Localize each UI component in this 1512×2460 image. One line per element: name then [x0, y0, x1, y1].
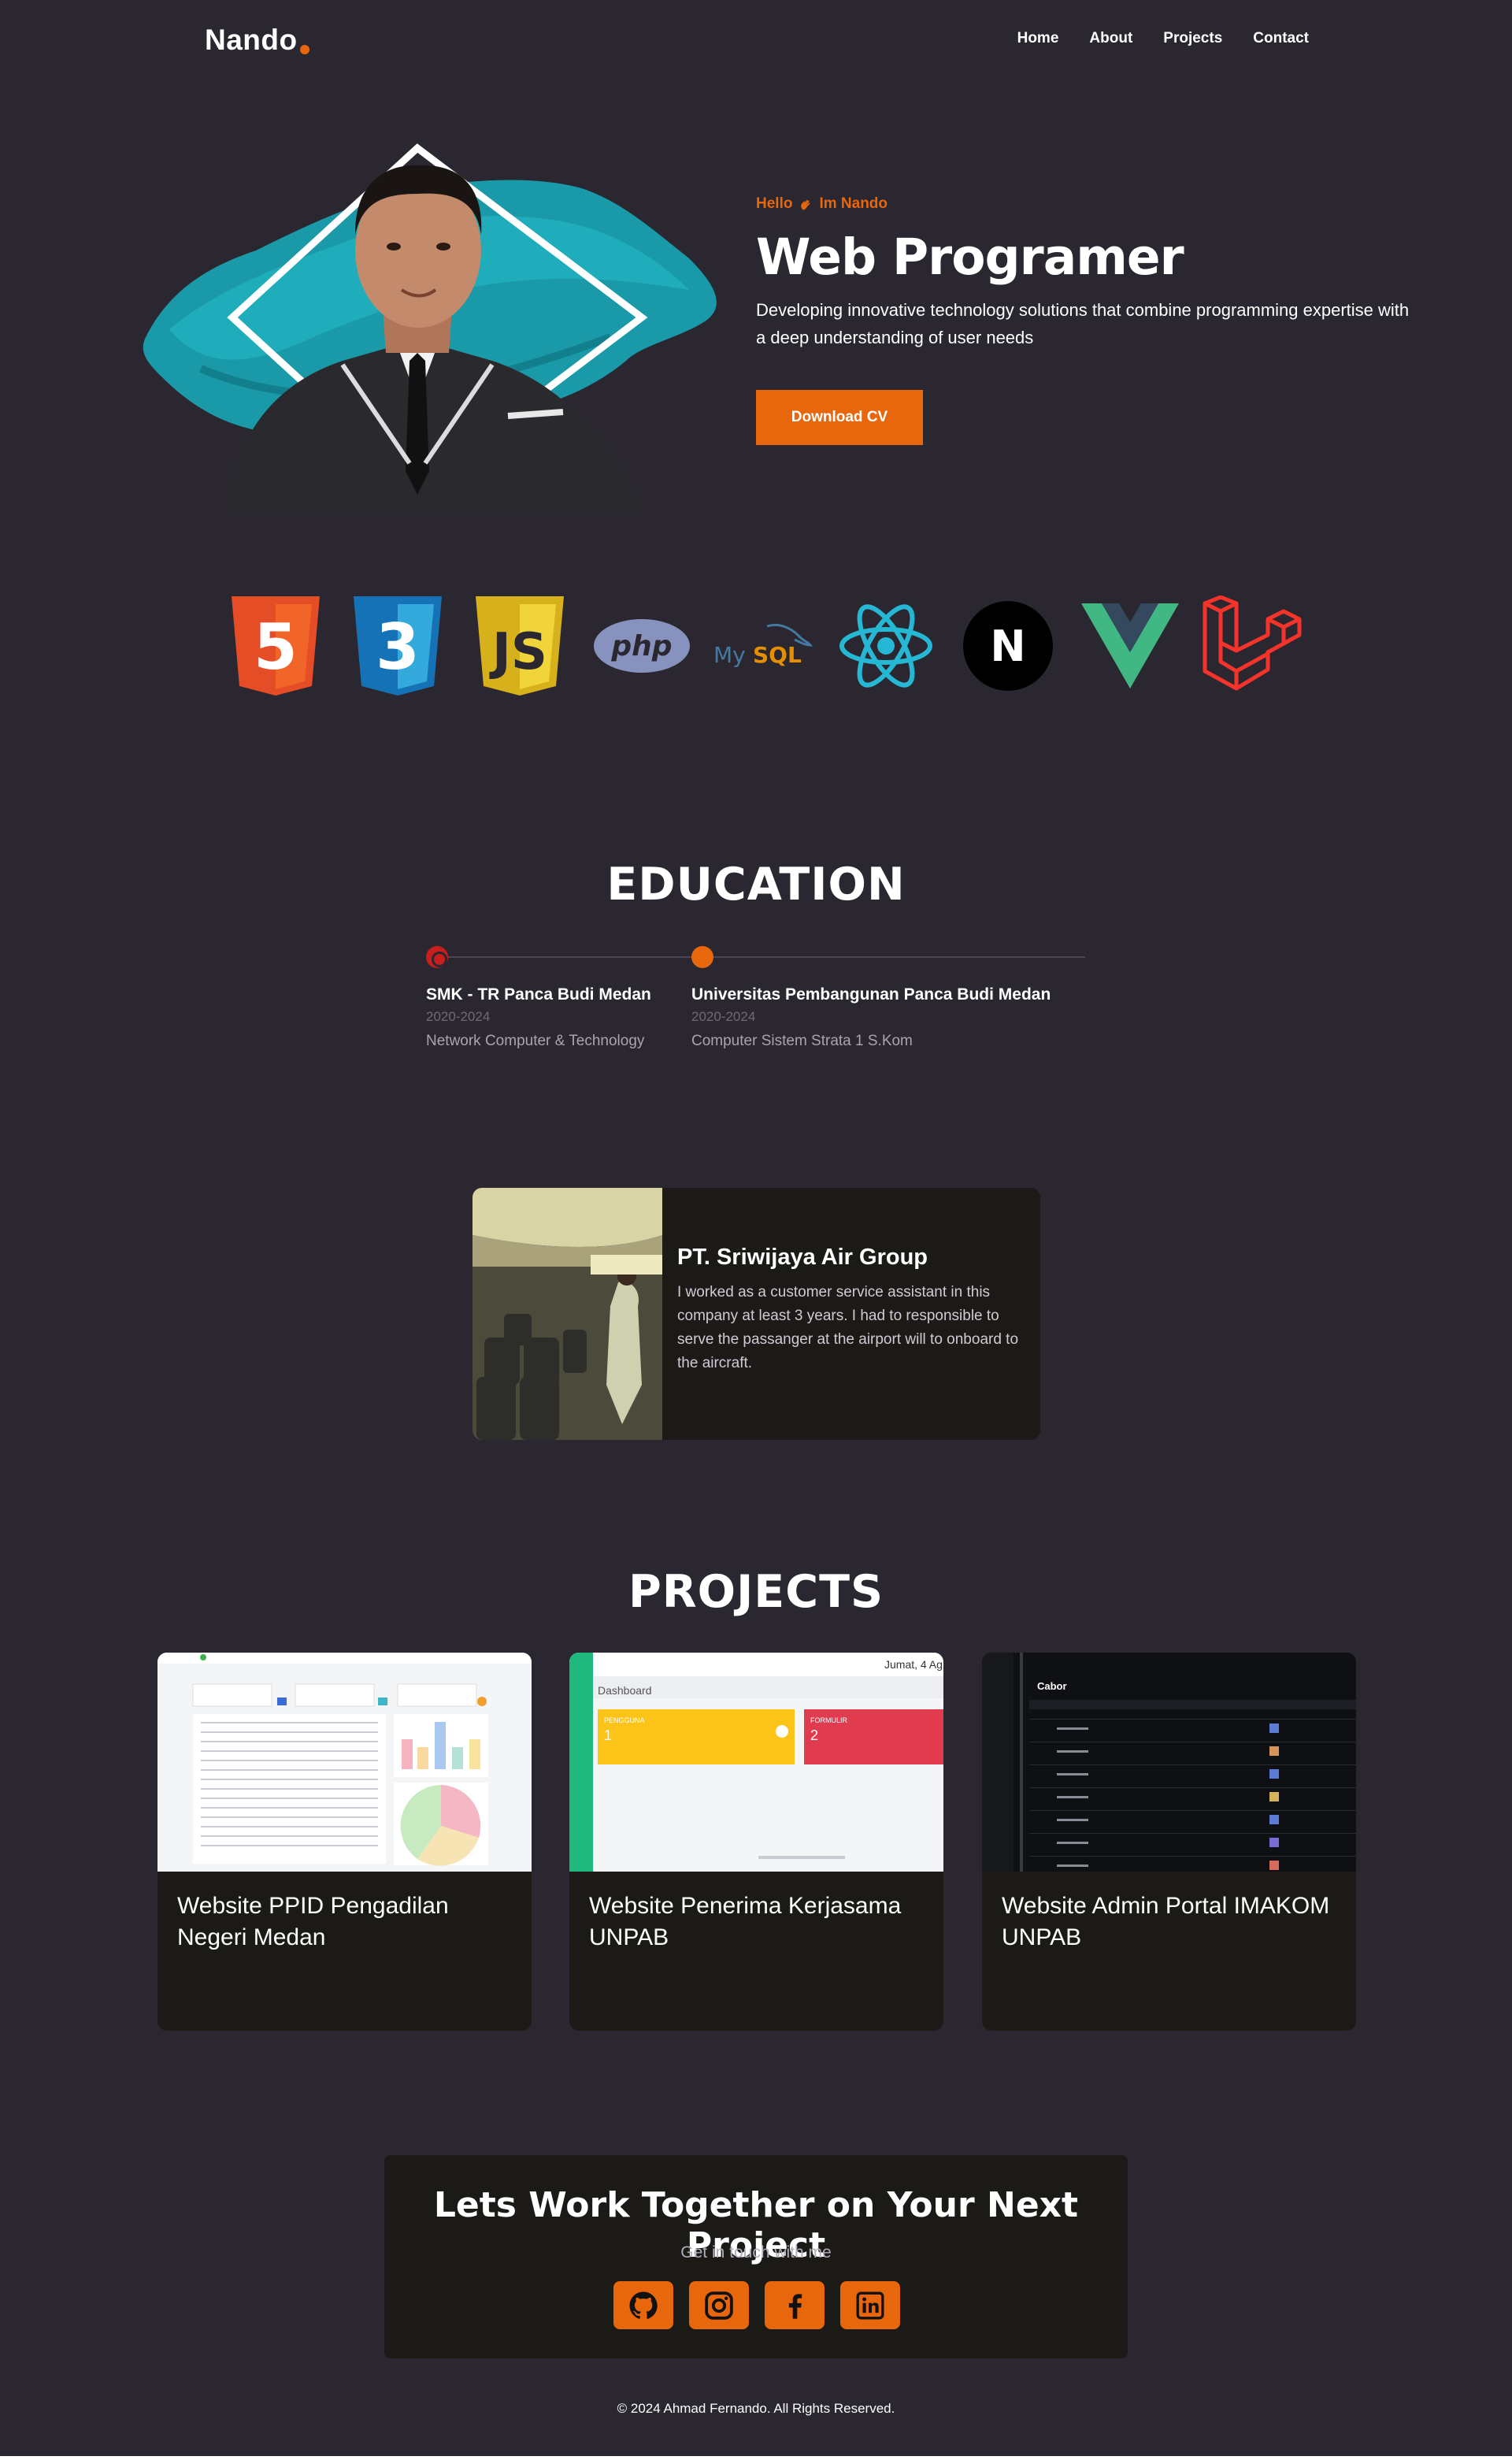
- screenshot-card-label: PENGGUNA: [604, 1716, 645, 1724]
- php-icon: php: [587, 592, 697, 699]
- php-wordmark: php: [610, 630, 672, 662]
- instagram-link[interactable]: [689, 2281, 749, 2329]
- github-icon: [629, 2291, 658, 2319]
- linkedin-icon: [856, 2291, 884, 2319]
- screenshot-card-value: 1: [604, 1727, 612, 1743]
- project-title: Website Penerima Kerjasama UNPAB: [589, 1893, 902, 1950]
- project-title: Website PPID Pengadilan Negeri Medan: [177, 1893, 449, 1950]
- screenshot-card-value: 2: [810, 1727, 818, 1743]
- brand-dot-icon: [299, 45, 309, 54]
- hero-greeting-text: Hello: [756, 195, 793, 212]
- nav-contact-link[interactable]: Contact: [1253, 30, 1309, 47]
- education-year: 2020-2024: [426, 1009, 491, 1024]
- react-icon: [831, 592, 941, 699]
- linkedin-link[interactable]: [840, 2281, 900, 2329]
- hero-description: Developing innovative technology solutio…: [756, 300, 1410, 347]
- education-school: Universitas Pembangunan Panca Budi Medan: [691, 985, 1051, 1004]
- project-card[interactable]: Cabor Website Admin Portal IMAKOM UNPAB: [982, 1653, 1356, 2031]
- hero-portrait-image: [143, 143, 717, 512]
- page-bottom-border: [0, 2456, 1512, 2460]
- timeline-marker-icon: [691, 946, 713, 968]
- education-title: EDUCATION: [606, 859, 906, 911]
- tech-stack: 5 3 JS php My SQL N: [220, 592, 1307, 699]
- html5-numeral: 5: [254, 610, 298, 684]
- contact-subtitle: Get in touch with me: [680, 2243, 832, 2261]
- hero-greeting: Hello Im Nando: [756, 195, 888, 213]
- experience-photo: [472, 1188, 662, 1440]
- projects-title: PROJECTS: [628, 1566, 884, 1618]
- education-item: Universitas Pembangunan Panca Budi Medan…: [691, 985, 1069, 1050]
- project-title: Website Admin Portal IMAKOM UNPAB: [1002, 1893, 1330, 1950]
- experience-card: PT. Sriwijaya Air Group I worked as a cu…: [472, 1188, 1040, 1440]
- javascript-letters: JS: [489, 623, 547, 681]
- education-school: SMK - TR Panca Budi Medan: [426, 985, 651, 1004]
- facebook-link[interactable]: [765, 2281, 825, 2329]
- education-timeline-line: [437, 956, 1085, 958]
- education-major: Network Computer & Technology: [426, 1033, 645, 1049]
- timeline-marker-icon: [426, 946, 448, 968]
- nav-about-link[interactable]: About: [1089, 30, 1132, 47]
- screenshot-card-label: FORMULIR: [810, 1716, 848, 1724]
- project-card[interactable]: Jumat, 4 Ag Dashboard PENGGUNA 1 FORMULI…: [569, 1653, 943, 2031]
- github-link[interactable]: [613, 2281, 673, 2329]
- css3-numeral: 3: [376, 610, 420, 684]
- hero-greeting-name: Im Nando: [819, 195, 888, 212]
- screenshot-heading: Dashboard: [598, 1684, 652, 1697]
- footer-copyright: © 2024 Ahmad Fernando. All Rights Reserv…: [617, 2401, 895, 2416]
- mysql-wordmark-b: SQL: [753, 642, 802, 668]
- screenshot-heading: Cabor: [1037, 1680, 1067, 1692]
- vue-icon: [1075, 592, 1185, 699]
- mysql-icon: My SQL: [709, 592, 819, 699]
- facebook-icon: [788, 2293, 802, 2319]
- social-links: [613, 2281, 900, 2329]
- mysql-wordmark-a: My: [713, 642, 746, 668]
- project-card[interactable]: Website PPID Pengadilan Negeri Medan: [158, 1653, 532, 2031]
- education-item: SMK - TR Panca Budi Medan 2020-2024 Netw…: [426, 985, 694, 1050]
- laravel-icon: [1197, 592, 1307, 699]
- nextjs-icon: N: [953, 592, 1063, 699]
- project-screenshot: [158, 1653, 532, 1872]
- html5-icon: 5: [220, 592, 331, 699]
- hero-title: Web Programer: [756, 228, 1184, 286]
- screenshot-date: Jumat, 4 Ag: [884, 1658, 943, 1671]
- javascript-icon: JS: [465, 592, 575, 699]
- nav-home-link[interactable]: Home: [1017, 30, 1059, 47]
- contact-cta-card: Lets Work Together on Your Next Project …: [384, 2155, 1128, 2358]
- waving-hand-icon: [801, 199, 811, 210]
- education-year: 2020-2024: [691, 1009, 756, 1024]
- brand-logo[interactable]: Nando: [205, 24, 309, 57]
- experience-company: PT. Sriwijaya Air Group: [677, 1245, 928, 1270]
- nav-projects-link[interactable]: Projects: [1163, 30, 1222, 47]
- education-major: Computer Sistem Strata 1 S.Kom: [691, 1033, 913, 1049]
- brand-name: Nando: [205, 24, 298, 56]
- download-cv-button[interactable]: Download CV: [756, 390, 923, 445]
- experience-description: I worked as a customer service assistant…: [677, 1284, 1019, 1371]
- project-screenshot: Jumat, 4 Ag Dashboard PENGGUNA 1 FORMULI…: [569, 1653, 943, 1872]
- css3-icon: 3: [343, 592, 453, 699]
- instagram-icon: [705, 2291, 733, 2320]
- project-screenshot: Cabor: [982, 1653, 1356, 1872]
- main-nav: Home About Projects Contact: [1017, 30, 1309, 47]
- nextjs-letter: N: [990, 621, 1025, 671]
